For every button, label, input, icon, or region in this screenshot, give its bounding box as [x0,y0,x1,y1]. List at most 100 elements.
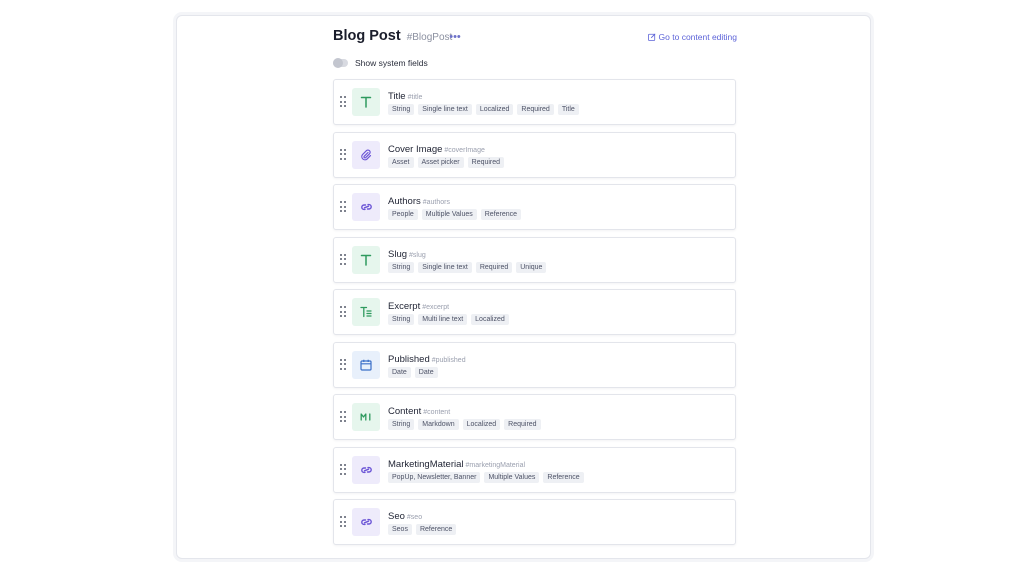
schema-panel: Blog Post #BlogPost ••• Go to content ed… [176,15,871,559]
field-row-published[interactable]: Published #published Date Date [333,341,736,388]
field-title: Content #content [388,406,450,417]
field-tag: Required [467,156,505,168]
link-icon [352,193,380,221]
field-tags: String Markdown Localized Required [388,419,541,430]
field-tag: Multiple Values [484,471,540,483]
calendar-icon [352,350,380,379]
field-row-coverimage[interactable]: Cover Image #coverImage Asset Asset picker R… [333,131,736,178]
field-row-authors[interactable]: Authors #authors People Multiple Values Refe… [333,184,736,230]
drag-handle-icon[interactable] [340,411,346,422]
field-title: Cover Image #coverImage [388,144,485,155]
field-row-marketingmaterial[interactable]: MarketingMaterial #marketingMaterial PopUp… [333,446,736,493]
field-tag: Required [504,419,541,430]
field-tag: Seos [388,524,412,535]
field-tag: Localized [475,104,514,115]
field-tags: PopUp, Newsletter, Banner Multiple Values… [388,471,584,483]
field-row-title[interactable]: Title #title String Single line text Localiz… [333,79,736,125]
field-name: Title [388,91,406,102]
field-tags: String Single line text Localized Required T… [388,104,579,115]
field-api-id: #authors [422,199,450,206]
paperclip-icon [352,140,380,169]
field-tags: Seos Reference [388,524,457,535]
field-title: Published #published [388,354,466,365]
field-name: Authors [388,196,421,207]
drag-handle-icon[interactable] [340,306,346,317]
field-tag: Markdown [418,419,459,430]
field-tag: Reference [543,471,584,483]
field-title: MarketingMaterial #marketingMaterial [388,459,525,470]
field-tag: Multi line text [418,314,468,325]
field-tag: String [388,419,415,430]
drag-handle-icon[interactable] [340,516,346,527]
model-header: Blog Post #BlogPost ••• Go to content ed… [333,28,737,48]
drag-handle-icon[interactable] [340,253,346,265]
show-system-fields-label: Show system fields [355,58,428,68]
field-tag: Date [388,366,411,378]
field-tag: Single line text [418,104,472,115]
field-tag: Asset picker [417,156,464,168]
field-tag: Required [475,261,513,273]
drag-handle-icon[interactable] [340,96,346,107]
field-name: Excerpt [388,301,421,312]
field-api-id: #published [431,356,466,364]
markdown-icon [352,403,380,431]
field-title: Slug #slug [388,249,426,260]
field-title: Authors #authors [388,196,450,207]
more-options-icon[interactable]: ••• [448,30,462,44]
field-tag: Reference [480,209,522,220]
text-icon [352,245,380,274]
field-tag: Single line text [418,261,472,273]
go-to-content-editing-label: Go to content editing [658,32,737,42]
field-tags: String Multi line text Localized [388,314,509,325]
text-icon [352,88,380,116]
field-title: Seo #seo [388,511,422,522]
field-row-content[interactable]: Content #content String Markdown Localized Re… [333,394,736,440]
field-tag: PopUp, Newsletter, Banner [388,471,481,483]
field-tag: Reference [415,524,457,535]
field-tag: String [388,104,415,115]
field-tag: Localized [462,419,501,430]
edit-icon [647,33,656,41]
field-api-id: #slug [409,251,426,259]
field-row-seo[interactable]: Seo #seo Seos Reference [333,499,736,545]
field-tags: Date Date [388,366,438,378]
field-tag: Date [414,366,438,378]
field-row-excerpt[interactable]: Excerpt #excerpt String Multi line text Loca… [333,289,736,335]
link-icon [352,508,380,536]
field-api-id: #marketingMaterial [465,461,526,469]
field-api-id: #coverImage [444,146,485,154]
field-tag: People [388,209,418,220]
field-title: Title #title [388,91,422,102]
drag-handle-icon[interactable] [340,201,346,212]
field-api-id: #title [407,94,423,101]
multiline-text-icon [352,298,380,326]
field-tag: Required [517,104,554,115]
field-row-slug[interactable]: Slug #slug String Single line text Required U… [333,236,736,283]
show-system-fields-toggle[interactable] [333,58,348,68]
field-name: Slug [388,248,408,260]
drag-handle-icon[interactable] [340,463,346,475]
field-name: Cover Image [388,143,443,155]
field-api-id: #excerpt [422,304,450,311]
field-tags: String Single line text Required Unique [388,261,547,273]
field-name: Seo [388,511,405,522]
go-to-content-editing-link[interactable]: Go to content editing [647,32,737,42]
field-name: Published [388,353,430,365]
drag-handle-icon[interactable] [340,358,346,370]
field-tag: Asset [388,156,414,168]
toggle-knob [333,58,343,68]
model-name: Blog Post [333,28,401,44]
field-tag: Localized [471,314,509,325]
field-tag: Unique [516,261,547,273]
field-api-id: #content [423,409,451,416]
link-icon [352,455,380,484]
field-api-id: #seo [406,514,423,521]
field-title: Excerpt #excerpt [388,301,449,312]
field-name: Content [388,406,422,417]
field-tags: People Multiple Values Reference [388,209,522,220]
model-api-id: #BlogPost [406,32,453,43]
drag-handle-icon[interactable] [340,148,346,160]
field-name: MarketingMaterial [388,458,464,470]
field-tags: Asset Asset picker Required [388,156,505,168]
page-title: Blog Post #BlogPost [333,28,452,44]
